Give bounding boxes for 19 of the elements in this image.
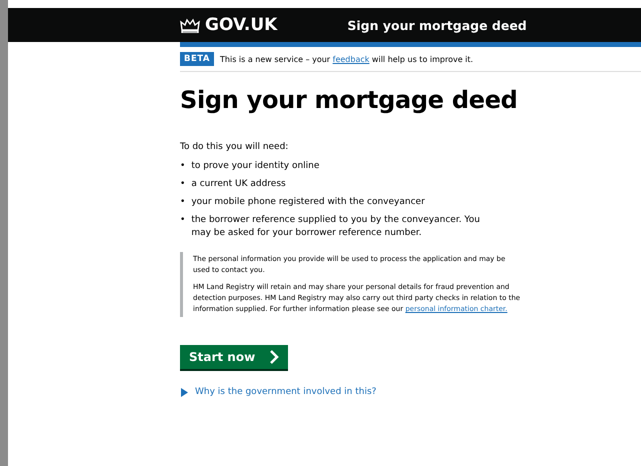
requirement-item: a current UK address (191, 178, 286, 191)
chevron-icon (269, 350, 280, 364)
phase-banner-text: This is a new service – your feedback will help us to improve it. (220, 54, 474, 64)
details-summary[interactable]: Why is the government involved in this? (180, 387, 376, 397)
page-heading: Sign your mortgage deed (180, 86, 519, 114)
feedback-link[interactable]: feedback (332, 54, 370, 64)
bullet: • (180, 160, 186, 173)
bullet: • (180, 214, 186, 227)
phase-tag: BETA (180, 52, 214, 66)
crown-icon (180, 17, 200, 33)
logo-link[interactable]: GOV.UK (180, 15, 278, 35)
requirement-item: the borrower reference supplied to you by the conveyancer. You may be asked for your borrower reference number. (191, 214, 481, 240)
requirement-item: your mobile phone registered with the conveyancer (191, 196, 425, 209)
start-button[interactable]: Start now (180, 345, 288, 369)
intro-text: To do this you will need: (180, 142, 290, 152)
requirement-item: to prove your identity online (191, 160, 320, 173)
bullet: • (180, 178, 186, 191)
bullet: • (180, 196, 186, 209)
service-name: Sign your mortgage deed (347, 18, 527, 32)
